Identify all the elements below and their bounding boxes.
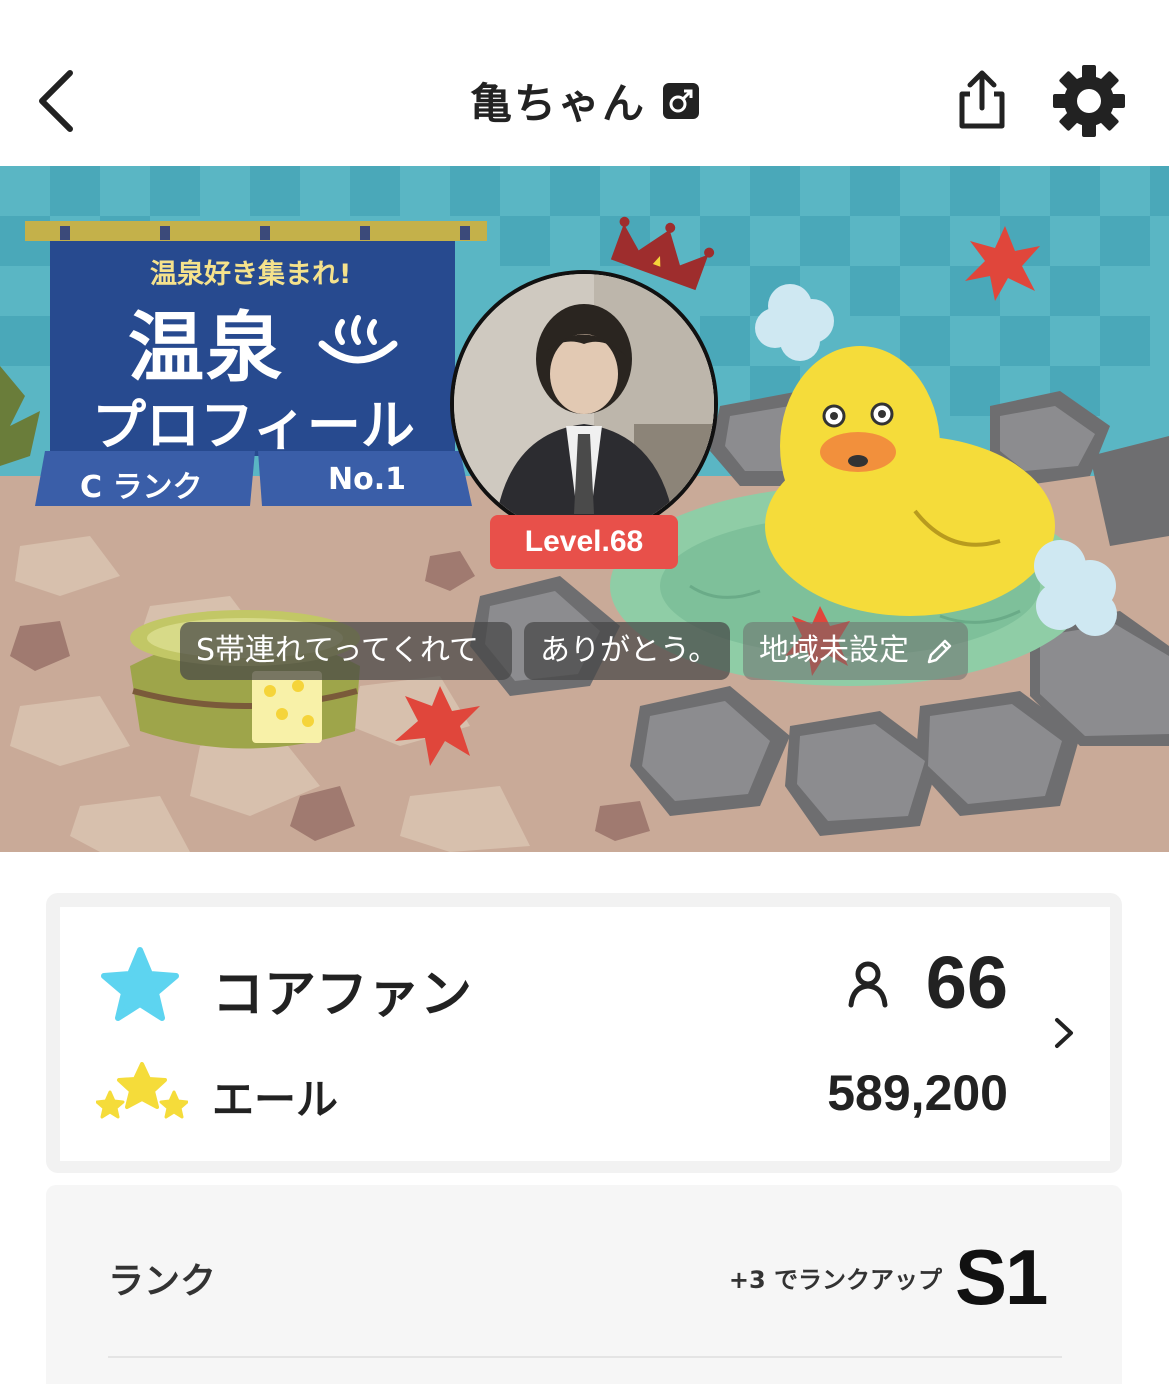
rank-up-text: +3 でランクアップ xyxy=(728,1266,942,1294)
curtain-number: No.1 xyxy=(328,462,406,497)
core-fan-count: 66 xyxy=(925,941,1008,1024)
profile-tag-1: S帯連れてってくれて xyxy=(180,622,512,680)
pencil-icon xyxy=(927,639,952,664)
profile-banner: 温泉好き集まれ! 温泉 プロフィール C ランク No.1 Level.68 S… xyxy=(0,166,1169,852)
avatar[interactable] xyxy=(450,270,718,538)
curtain-rank: C ランク xyxy=(80,470,203,505)
share-button[interactable] xyxy=(950,68,1014,132)
core-fan-label: コアファン xyxy=(212,965,473,1025)
region-edit-button[interactable]: 地域未設定 xyxy=(743,622,968,680)
yell-label: エール xyxy=(212,1075,339,1124)
page-title: 亀ちゃん xyxy=(469,79,646,128)
chevron-right-icon[interactable] xyxy=(1052,1016,1076,1050)
share-icon xyxy=(959,70,1005,129)
onsen-icon xyxy=(318,315,398,364)
rank-label: ランク xyxy=(108,1261,217,1302)
avatar-photo xyxy=(454,274,714,534)
stars-icon xyxy=(96,1062,188,1119)
star-icon xyxy=(101,947,179,1021)
rank-value: S1 xyxy=(955,1233,1048,1321)
region-label: 地域未設定 xyxy=(759,633,909,668)
yell-count: 589,200 xyxy=(827,1065,1008,1121)
curtain-title-profile: プロフィール xyxy=(92,394,415,457)
gender-male-icon xyxy=(663,82,700,119)
person-icon xyxy=(848,961,888,1008)
curtain-title-onsen: 温泉 xyxy=(128,303,284,392)
app-header: 亀ちゃん xyxy=(0,0,1169,166)
profile-tag-2: ありがとう。 xyxy=(524,622,730,680)
level-badge: Level.68 xyxy=(490,515,678,569)
settings-button[interactable] xyxy=(1052,64,1126,138)
gear-icon xyxy=(1053,65,1125,137)
divider xyxy=(108,1356,1062,1358)
